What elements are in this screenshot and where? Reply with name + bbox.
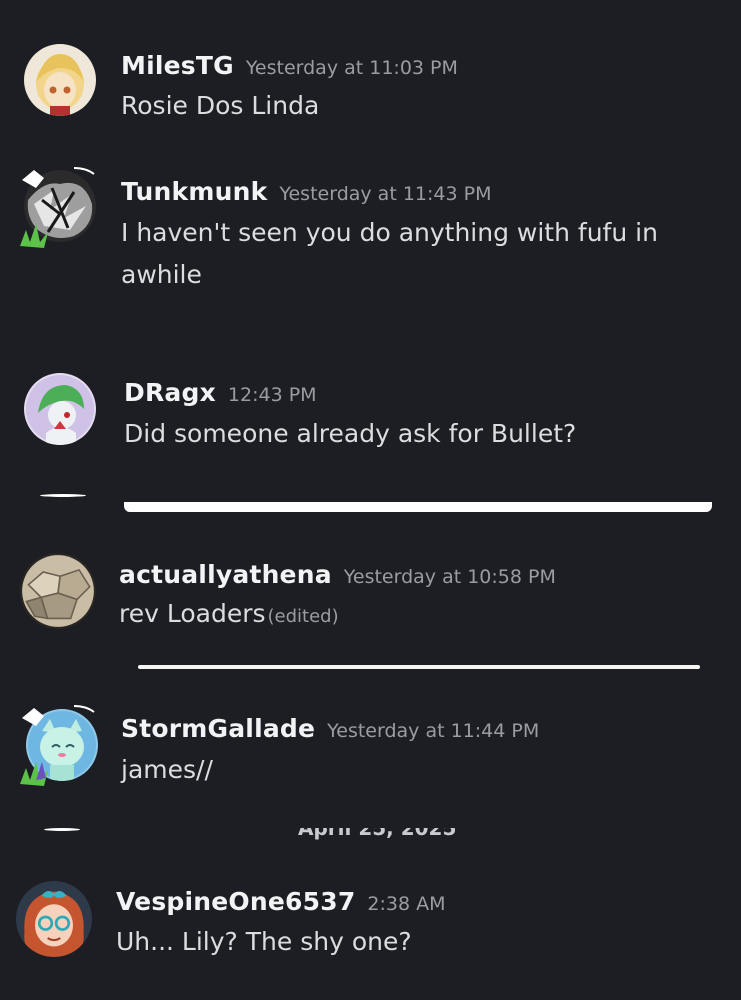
avatar[interactable]: [24, 44, 96, 116]
username[interactable]: DRagx: [124, 378, 216, 407]
message-item[interactable]: VespineOne6537 2:38 AM Uh... Lily? The sh…: [0, 870, 741, 990]
timestamp: Yesterday at 10:58 PM: [343, 566, 556, 588]
gardevoir-avatar: [24, 373, 96, 445]
timestamp: 12:43 PM: [227, 384, 317, 406]
message-text-line-1: I haven't seen you do anything with fufu…: [121, 218, 658, 247]
message-item[interactable]: MilesTG Yesterday at 11:03 PM Rosie Dos L…: [0, 0, 741, 140]
timestamp: Yesterday at 11:03 PM: [245, 57, 458, 79]
message-text: Rosie Dos Linda: [121, 91, 320, 120]
avatar[interactable]: [20, 553, 96, 629]
blonde-anime-character-avatar: [24, 44, 96, 116]
username[interactable]: actuallyathena: [119, 560, 332, 589]
message-item[interactable]: Tunkmunk Yesterday at 11:43 PM I haven't …: [0, 150, 741, 310]
username[interactable]: VespineOne6537: [116, 887, 355, 916]
timestamp: 2:38 AM: [367, 893, 446, 915]
message-text: james//: [121, 755, 213, 784]
screenshot-crop-divider: [138, 665, 700, 669]
avatar-decoration-icon: [20, 705, 95, 786]
message-text: Uh... Lily? The shy one?: [116, 927, 412, 956]
username[interactable]: StormGallade: [121, 714, 315, 743]
partial-avatar-edge: [44, 828, 80, 831]
message-text-line-2: awhile: [121, 260, 202, 289]
avatar-decoration-icon: [20, 167, 95, 248]
message-item[interactable]: DRagx 12:43 PM Did someone already ask fo…: [0, 360, 741, 480]
chat-screenshot: MilesTG Yesterday at 11:03 PM Rosie Dos L…: [0, 0, 741, 1000]
date-separator: April 25, 2025: [298, 828, 457, 840]
message-text: Did someone already ask for Bullet?: [124, 419, 577, 448]
timestamp: Yesterday at 11:43 PM: [279, 183, 492, 205]
message-item[interactable]: actuallyathena Yesterday at 10:58 PM rev …: [0, 540, 741, 650]
redhead-glasses-avatar: [16, 881, 92, 957]
username[interactable]: MilesTG: [121, 51, 234, 80]
edited-label: (edited): [267, 606, 339, 627]
rock-sphere-avatar: [20, 553, 96, 629]
partial-avatar-edge: [40, 494, 86, 497]
message-item[interactable]: StormGallade Yesterday at 11:44 PM james/…: [0, 690, 741, 810]
timestamp: Yesterday at 11:44 PM: [327, 720, 540, 742]
avatar[interactable]: [24, 373, 96, 445]
username[interactable]: Tunkmunk: [121, 177, 267, 206]
screenshot-crop-divider: [124, 502, 712, 512]
avatar[interactable]: [16, 881, 92, 957]
message-text: rev Loaders: [119, 599, 266, 628]
